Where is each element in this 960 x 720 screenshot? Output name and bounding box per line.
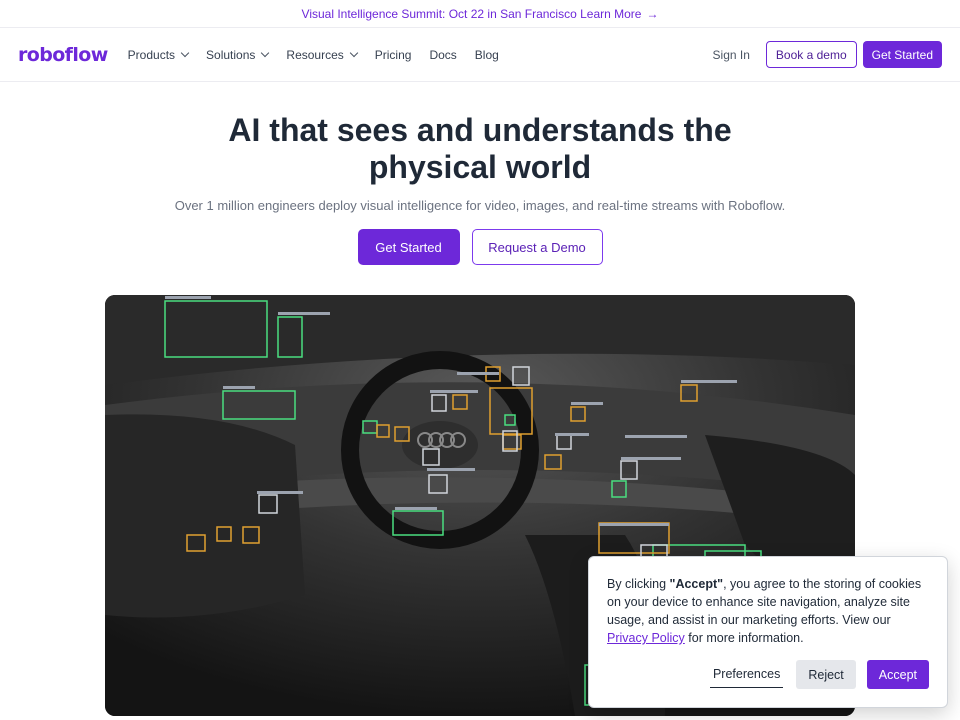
nav-item-blog[interactable]: Blog bbox=[475, 48, 499, 62]
announcement-banner[interactable]: Visual Intelligence Summit: Oct 22 in Sa… bbox=[0, 0, 960, 28]
cookie-message: By clicking "Accept", you agree to the s… bbox=[607, 575, 929, 647]
nav-item-label: Solutions bbox=[206, 47, 256, 62]
nav-item-label: Docs bbox=[429, 47, 457, 62]
privacy-policy-link[interactable]: Privacy Policy bbox=[607, 631, 685, 645]
top-navigation: roboflow Products Solutions Resources Pr… bbox=[0, 28, 960, 82]
request-demo-button[interactable]: Request a Demo bbox=[471, 229, 603, 265]
hero-section: AI that sees and understands the physica… bbox=[0, 112, 960, 265]
sign-in-link[interactable]: Sign In bbox=[713, 48, 750, 62]
cookie-consent-dialog: By clicking "Accept", you agree to the s… bbox=[588, 556, 948, 708]
nav-item-label: Products bbox=[127, 47, 176, 62]
nav-menu: Products Solutions Resources Pricing Doc… bbox=[128, 48, 517, 62]
nav-get-started-button[interactable]: Get Started bbox=[862, 41, 942, 68]
chevron-down-icon bbox=[349, 48, 359, 57]
hero-cta-group: Get Started Request a Demo bbox=[0, 229, 960, 265]
cookie-accept-button[interactable]: Accept bbox=[866, 660, 929, 689]
chevron-down-icon bbox=[261, 48, 270, 57]
hero-title: AI that sees and understands the physica… bbox=[228, 112, 732, 185]
nav-item-docs[interactable]: Docs bbox=[429, 48, 456, 62]
nav-item-label: Resources bbox=[286, 47, 344, 62]
nav-item-pricing[interactable]: Pricing bbox=[375, 48, 412, 62]
nav-actions: Sign In Book a demo Get Started bbox=[713, 41, 942, 68]
nav-item-solutions[interactable]: Solutions bbox=[206, 47, 270, 62]
book-demo-button[interactable]: Book a demo bbox=[765, 41, 857, 68]
cookie-text-part: for more information. bbox=[684, 631, 804, 645]
chevron-down-icon bbox=[180, 48, 190, 57]
cookie-actions: Preferences Reject Accept bbox=[589, 660, 929, 689]
nav-item-label: Pricing bbox=[374, 47, 412, 62]
banner-text[interactable]: Visual Intelligence Summit: Oct 22 in Sa… bbox=[302, 7, 642, 21]
cookie-accept-quote: "Accept" bbox=[669, 577, 724, 591]
hero-subtitle: Over 1 million engineers deploy visual i… bbox=[174, 198, 786, 213]
cookie-reject-button[interactable]: Reject bbox=[796, 660, 856, 689]
hero-get-started-button[interactable]: Get Started bbox=[357, 229, 460, 265]
roboflow-logo[interactable]: roboflow bbox=[18, 44, 108, 66]
cookie-text-part: By clicking bbox=[607, 577, 670, 591]
cookie-preferences-button[interactable]: Preferences bbox=[709, 661, 784, 688]
nav-item-label: Blog bbox=[474, 47, 499, 62]
nav-item-products[interactable]: Products bbox=[127, 47, 190, 62]
nav-item-resources[interactable]: Resources bbox=[286, 47, 359, 62]
arrow-right-icon: → bbox=[646, 6, 659, 21]
